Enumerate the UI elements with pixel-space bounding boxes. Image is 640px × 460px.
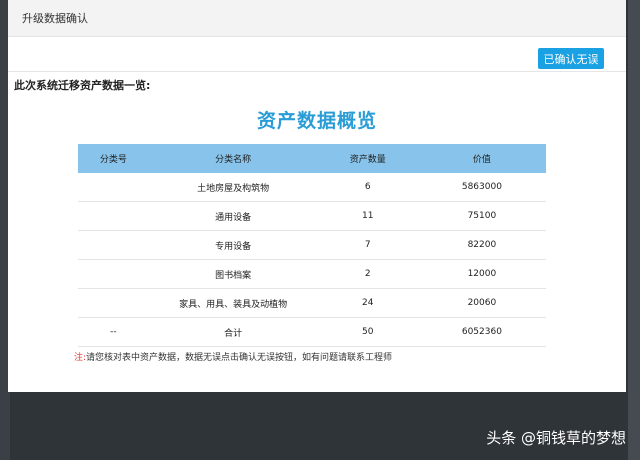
note-text: 请您核对表中资产数据，数据无误点击确认无误按钮，如有问题请联系工程师 [86, 353, 393, 363]
table-row: 家具、用具、装具及动植物 24 20060 [78, 288, 546, 318]
note: 注:请您核对表中资产数据，数据无误点击确认无误按钮，如有问题请联系工程师 [74, 350, 392, 363]
report-title: 资产数据概览 [256, 110, 377, 132]
cell-name: 通用设备 [148, 201, 318, 231]
asset-table: 分类号 分类名称 资产数量 价值 土地房屋及构筑物 6 5863000 通用设备… [78, 144, 546, 347]
cell-count: 11 [317, 201, 418, 231]
cell-code [78, 201, 149, 231]
cell-count: 24 [317, 288, 418, 318]
cell-name: 土地房屋及构筑物 [148, 173, 318, 202]
section-heading: 此次系统迁移资产数据一览: [14, 79, 151, 92]
page-backdrop-right [628, 0, 640, 460]
watermark: 头条 @铜钱草的梦想 [486, 429, 626, 447]
cell-count: 2 [317, 259, 418, 289]
cell-name: 合计 [148, 317, 318, 347]
table-total-row: -- 合计 50 6052360 [78, 317, 546, 347]
cell-code: -- [78, 317, 149, 347]
cell-code [78, 230, 149, 260]
cell-count: 50 [317, 317, 418, 347]
table-header-row: 分类号 分类名称 资产数量 价值 [78, 144, 546, 173]
table-row: 土地房屋及构筑物 6 5863000 [78, 173, 546, 202]
confirm-button[interactable]: 已确认无误 [538, 48, 604, 69]
dialog-header: 升级数据确认 [8, 0, 626, 37]
cell-count: 7 [317, 230, 418, 260]
cell-value: 82200 [417, 230, 546, 260]
upgrade-confirm-dialog: 升级数据确认 已确认无误 此次系统迁移资产数据一览: 资产数据概览 分类号 分类… [8, 0, 626, 392]
table-row: 专用设备 7 82200 [78, 230, 546, 260]
dialog-title: 升级数据确认 [22, 12, 88, 25]
cell-value: 20060 [417, 288, 546, 318]
dialog-toolbar: 已确认无误 [8, 37, 626, 72]
cell-code [78, 259, 149, 289]
column-header-value: 价值 [417, 144, 546, 173]
column-header-count: 资产数量 [317, 144, 418, 173]
note-mark: 注: [74, 353, 87, 363]
cell-code [78, 173, 149, 202]
column-header-name: 分类名称 [148, 144, 318, 173]
table-row: 通用设备 11 75100 [78, 201, 546, 231]
cell-name: 图书档案 [148, 259, 318, 289]
table-row: 图书档案 2 12000 [78, 259, 546, 289]
cell-name: 家具、用具、装具及动植物 [148, 288, 318, 318]
cell-value: 12000 [417, 259, 546, 289]
cell-value: 6052360 [417, 317, 546, 347]
cell-code [78, 288, 149, 318]
cell-value: 75100 [417, 201, 546, 231]
column-header-code: 分类号 [78, 144, 149, 173]
cell-count: 6 [317, 173, 418, 202]
cell-value: 5863000 [417, 173, 546, 202]
cell-name: 专用设备 [148, 230, 318, 260]
